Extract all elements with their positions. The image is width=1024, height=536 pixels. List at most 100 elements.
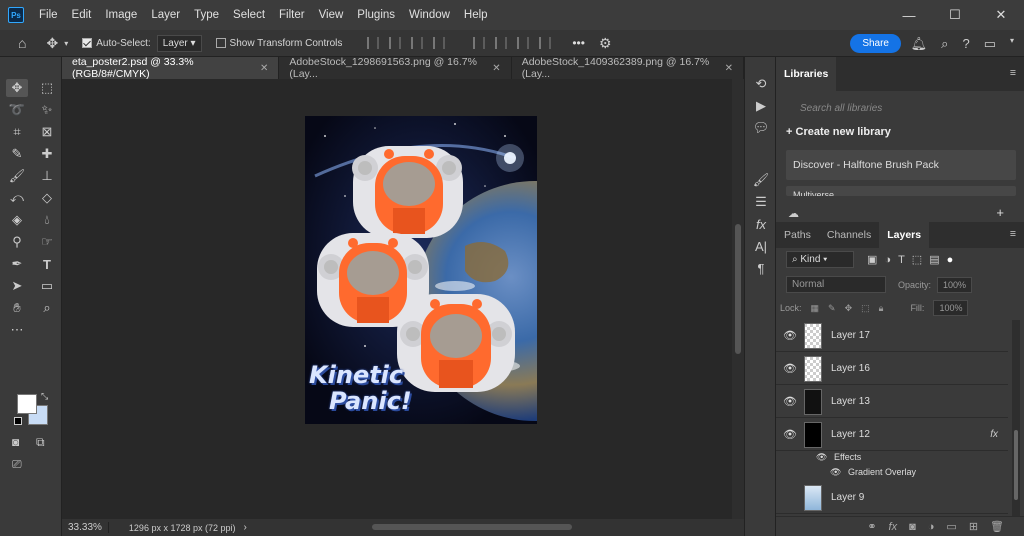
close-icon[interactable]: ✕ bbox=[978, 0, 1024, 30]
layers-scrollbar[interactable] bbox=[1012, 320, 1020, 516]
paint-bucket-tool-icon[interactable]: ◈ bbox=[6, 211, 28, 229]
zoom-tool-icon[interactable]: ⌕ bbox=[36, 299, 58, 317]
blur-tool-icon[interactable]: 💧︎ bbox=[36, 211, 58, 229]
canvas-area[interactable]: Kinetic Panic! bbox=[62, 79, 732, 519]
workspace-icon[interactable]: ▭ bbox=[984, 36, 996, 52]
tab-layers[interactable]: Layers bbox=[879, 222, 930, 248]
scroll-thumb[interactable] bbox=[735, 224, 741, 354]
close-icon[interactable]: ✕ bbox=[725, 63, 733, 74]
show-transform-checkbox[interactable] bbox=[215, 38, 226, 48]
close-icon[interactable]: ✕ bbox=[260, 63, 268, 74]
eye-icon[interactable]: 👁︎ bbox=[776, 428, 804, 441]
auto-select-dropdown[interactable]: Layer ▾ bbox=[156, 34, 202, 52]
move-tool-icon[interactable]: ✥ bbox=[6, 79, 28, 97]
paragraph-icon[interactable]: ¶ bbox=[745, 257, 777, 279]
eraser-tool-icon[interactable]: ◇ bbox=[36, 189, 58, 207]
foreground-color-swatch[interactable] bbox=[17, 394, 37, 414]
tab-libraries[interactable]: Libraries bbox=[776, 57, 837, 91]
scroll-thumb[interactable] bbox=[1014, 430, 1018, 500]
library-card[interactable]: Discover - Halftone Brush Pack bbox=[786, 150, 1016, 180]
chevron-down-icon[interactable]: ▾ bbox=[64, 39, 68, 48]
quick-mask-icon[interactable]: ◙ bbox=[12, 435, 19, 449]
tab-adobestock-2[interactable]: AdobeStock_1409362389.png @ 16.7% (Lay..… bbox=[512, 56, 744, 80]
menu-edit[interactable]: Edit bbox=[65, 9, 99, 21]
help-icon[interactable]: ? bbox=[962, 36, 969, 52]
layer-row[interactable]: 👁︎ Layer 13 bbox=[776, 386, 1008, 418]
poster-document[interactable]: Kinetic Panic! bbox=[305, 116, 537, 424]
rectangle-tool-icon[interactable]: ▭ bbox=[36, 277, 58, 295]
opacity-field[interactable]: 100% bbox=[937, 276, 973, 293]
gradient-overlay-row[interactable]: 👁︎ Gradient Overlay bbox=[830, 467, 916, 478]
eye-icon[interactable]: 👁︎ bbox=[776, 362, 804, 375]
add-style-icon[interactable]: fx bbox=[889, 521, 898, 533]
share-button[interactable]: Share bbox=[850, 34, 901, 53]
add-mask-icon[interactable]: ◙ bbox=[909, 521, 916, 533]
pixel-filter-icon[interactable]: ▣ bbox=[867, 253, 877, 266]
path-selection-tool-icon[interactable]: ➤ bbox=[6, 277, 28, 295]
create-library-button[interactable]: + Create new library bbox=[786, 126, 1014, 138]
lock-all-icon[interactable]: 🔒︎ bbox=[879, 303, 884, 314]
align-middle-icon[interactable] bbox=[495, 37, 508, 49]
adjustments-icon[interactable]: ☰ bbox=[745, 191, 777, 213]
type-tool-icon[interactable]: T bbox=[36, 255, 58, 273]
menu-filter[interactable]: Filter bbox=[272, 9, 312, 21]
menu-select[interactable]: Select bbox=[226, 9, 272, 21]
character-icon[interactable]: A| bbox=[745, 235, 777, 257]
new-layer-icon[interactable]: ⊞ bbox=[969, 520, 978, 533]
dodge-tool-icon[interactable]: ⚲ bbox=[6, 233, 28, 251]
vertical-scrollbar[interactable] bbox=[732, 79, 744, 519]
frame-tool-icon[interactable]: ⊠ bbox=[36, 123, 58, 141]
maximize-icon[interactable]: ☐ bbox=[932, 0, 978, 30]
menu-help[interactable]: Help bbox=[457, 9, 495, 21]
styles-fx-icon[interactable]: fx bbox=[745, 213, 777, 235]
more-options-button[interactable]: ••• bbox=[572, 36, 585, 50]
delete-layer-icon[interactable]: 🗑︎ bbox=[990, 520, 1004, 533]
shape-filter-icon[interactable]: ⬚ bbox=[912, 253, 922, 266]
generative-icon[interactable]: ⎚ bbox=[12, 457, 22, 472]
marquee-tool-icon[interactable]: ⬚ bbox=[36, 79, 58, 97]
menu-image[interactable]: Image bbox=[98, 9, 144, 21]
lasso-tool-icon[interactable]: ➰ bbox=[6, 101, 28, 119]
minimize-icon[interactable]: — bbox=[886, 0, 932, 30]
tab-adobestock-1[interactable]: AdobeStock_1298691563.png @ 16.7% (Lay..… bbox=[279, 56, 512, 80]
layer-fx-icon[interactable]: fx bbox=[990, 429, 998, 440]
screen-mode-icon[interactable]: ⧉ bbox=[36, 435, 45, 450]
adjustment-filter-icon[interactable]: ◑ bbox=[884, 254, 891, 266]
tab-eta-poster[interactable]: eta_poster2.psd @ 33.3% (RGB/8#/CMYK) ✕ bbox=[62, 56, 280, 80]
menu-window[interactable]: Window bbox=[402, 9, 457, 21]
align-right-icon[interactable] bbox=[411, 37, 424, 49]
layer-row[interactable]: 👁︎ Layer 16 bbox=[776, 353, 1008, 385]
brush-settings-icon[interactable]: 🖌︎ bbox=[745, 169, 777, 191]
effects-row[interactable]: 👁︎ Effects bbox=[816, 452, 861, 463]
search-icon[interactable]: ⌕ bbox=[941, 36, 948, 52]
tab-paths[interactable]: Paths bbox=[776, 222, 819, 248]
menu-view[interactable]: View bbox=[312, 9, 351, 21]
actions-play-icon[interactable]: ▶ bbox=[745, 95, 777, 117]
menu-file[interactable]: File bbox=[32, 9, 65, 21]
info-chevron-icon[interactable]: › bbox=[244, 522, 247, 533]
eye-icon[interactable]: 👁︎ bbox=[776, 329, 804, 342]
link-layers-icon[interactable]: ⚭ bbox=[867, 520, 876, 533]
lock-position-icon[interactable]: ✥ bbox=[845, 303, 853, 314]
filter-toggle-icon[interactable]: ● bbox=[947, 254, 954, 266]
horizontal-scroll-thumb[interactable] bbox=[372, 524, 572, 530]
lock-paint-icon[interactable]: ✎ bbox=[828, 303, 836, 314]
menu-type[interactable]: Type bbox=[187, 9, 226, 21]
blend-mode-dropdown[interactable]: Normal bbox=[786, 276, 886, 293]
smudge-tool-icon[interactable]: ☞ bbox=[36, 233, 58, 251]
gear-icon[interactable]: ⚙ bbox=[599, 35, 612, 52]
new-adjustment-icon[interactable]: ◑ bbox=[928, 521, 935, 533]
close-icon[interactable]: ✕ bbox=[492, 63, 500, 74]
smart-object-filter-icon[interactable]: ▤ bbox=[929, 253, 939, 266]
align-center-icon[interactable] bbox=[389, 37, 402, 49]
tab-channels[interactable]: Channels bbox=[819, 222, 879, 248]
align-top-icon[interactable] bbox=[473, 37, 486, 49]
eyedropper-tool-icon[interactable]: ✎ bbox=[6, 145, 28, 163]
type-filter-icon[interactable]: T bbox=[898, 254, 905, 266]
layer-row[interactable]: 👁︎ Layer 12 fx bbox=[776, 419, 1008, 451]
chevron-down-icon[interactable]: ▾ bbox=[1010, 36, 1014, 52]
default-colors-icon[interactable] bbox=[14, 417, 22, 425]
more-tools-icon[interactable]: ⋯ bbox=[6, 321, 28, 339]
library-search-input[interactable]: Search all libraries bbox=[800, 103, 1014, 114]
pen-tool-icon[interactable]: ✒ bbox=[6, 255, 28, 273]
